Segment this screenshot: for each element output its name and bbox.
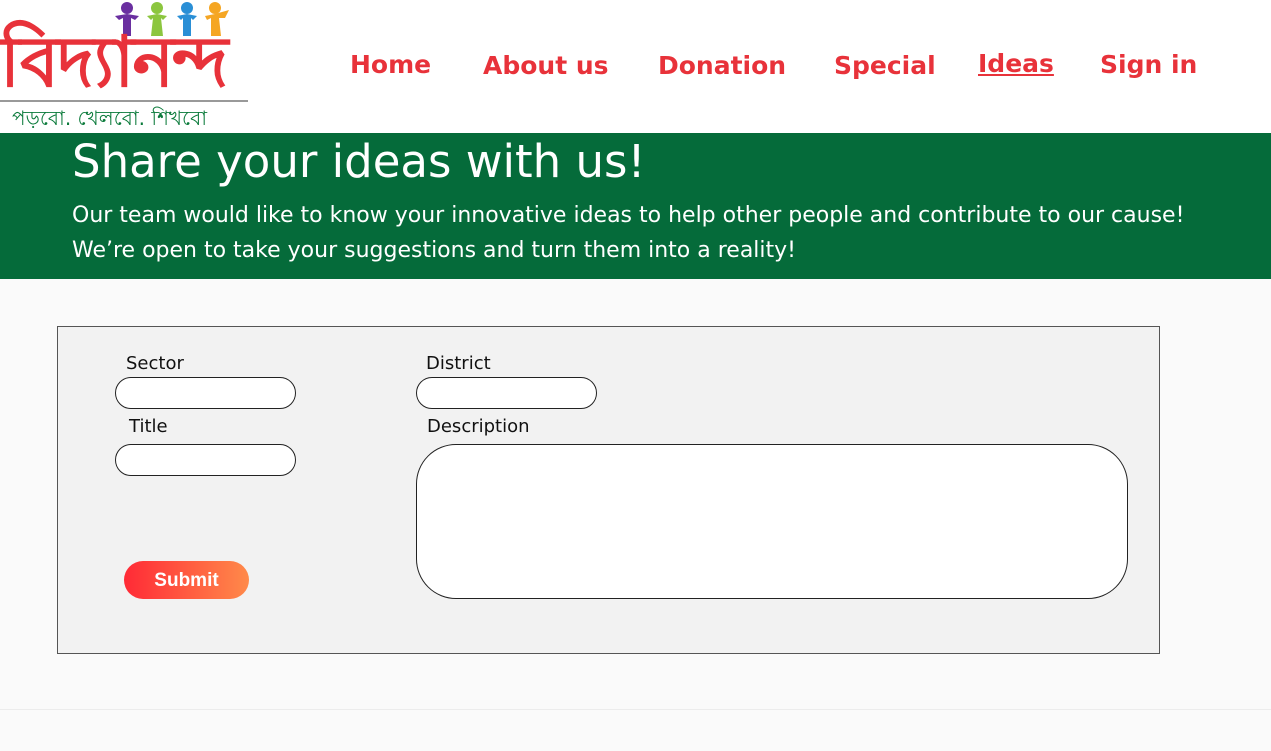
logo-wordmark: বিদ্যানন্দ — [0, 20, 228, 103]
nav-donation[interactable]: Donation — [658, 51, 786, 80]
district-input[interactable] — [416, 377, 597, 409]
nav-about-us[interactable]: About us — [483, 51, 609, 80]
banner-description: Our team would like to know your innovat… — [72, 203, 1185, 263]
hero-banner: Share your ideas with us! Our team would… — [0, 133, 1271, 279]
footer-divider — [0, 709, 1271, 710]
title-input[interactable] — [115, 444, 296, 476]
logo-divider — [0, 100, 248, 102]
page-title: Share your ideas with us! — [72, 135, 646, 188]
nav-sign-in[interactable]: Sign in — [1100, 50, 1197, 79]
sector-label: Sector — [126, 353, 184, 374]
nav-home[interactable]: Home — [350, 50, 431, 79]
sector-input[interactable] — [115, 377, 296, 409]
site-header: বিদ্যানন্দ পড়বো. খেলবো. শিখবো Home Abou… — [0, 0, 1271, 133]
submit-button[interactable]: Submit — [124, 561, 249, 599]
description-textarea[interactable] — [416, 444, 1128, 599]
nav-ideas[interactable]: Ideas — [978, 49, 1054, 78]
logo[interactable]: বিদ্যানন্দ পড়বো. খেলবো. শিখবো — [0, 0, 250, 133]
nav-special[interactable]: Special — [834, 51, 936, 80]
district-label: District — [426, 353, 491, 374]
description-label: Description — [427, 416, 530, 437]
title-label: Title — [129, 416, 168, 437]
